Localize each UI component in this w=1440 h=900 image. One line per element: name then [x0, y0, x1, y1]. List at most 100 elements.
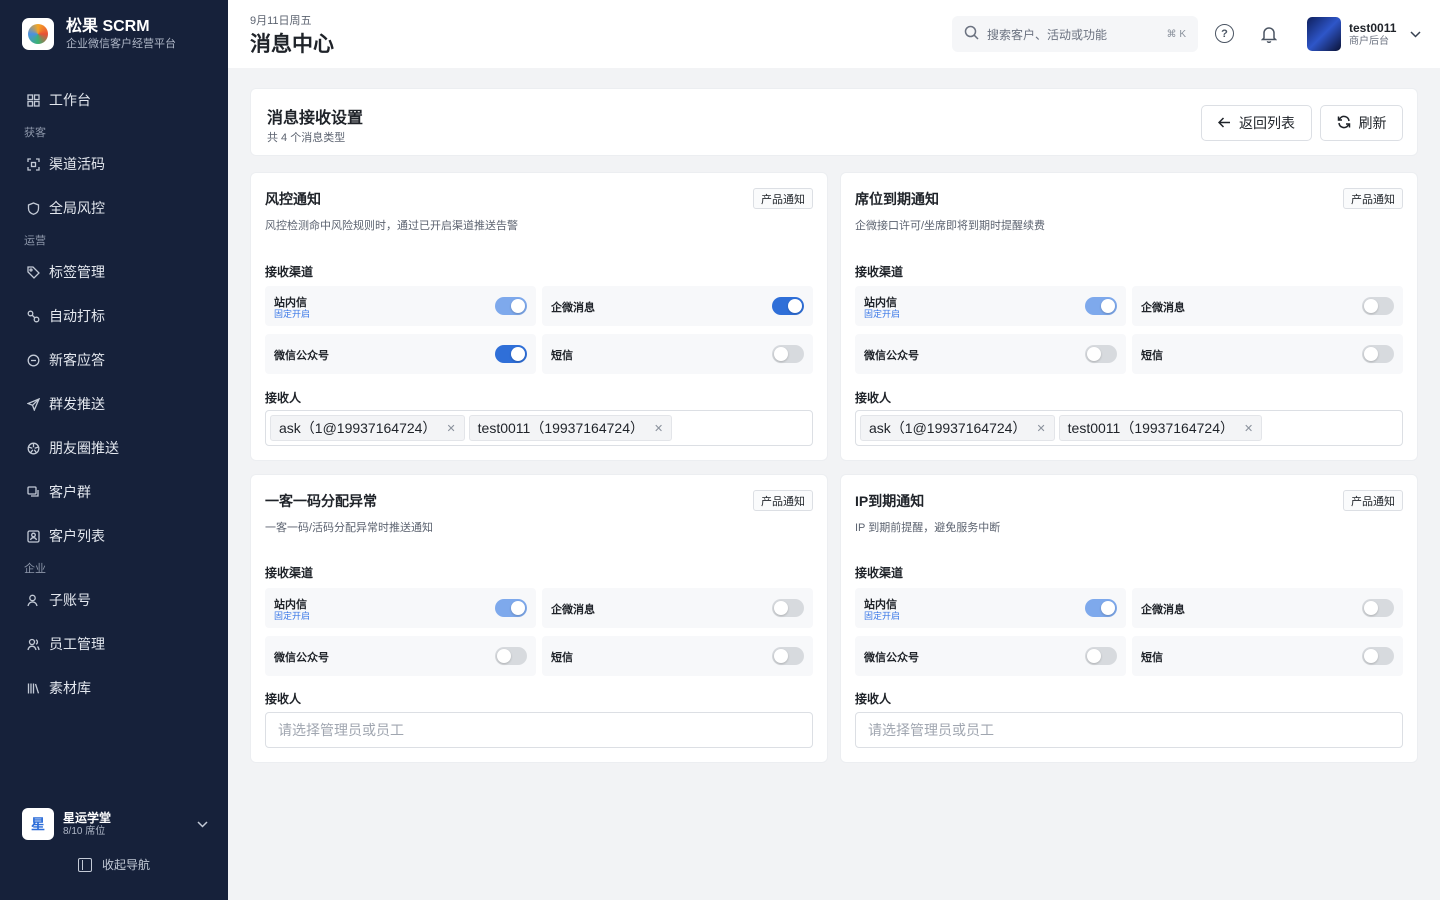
toggle-site-message[interactable] — [1085, 297, 1117, 315]
channel-site-message: 站内信 固定开启 — [855, 286, 1126, 326]
org-name: 星运学堂 — [63, 810, 112, 825]
tag-icon — [26, 265, 40, 279]
channel-name: 短信 — [1141, 652, 1163, 664]
sidebar-item-staff[interactable]: 员工管理 — [0, 622, 228, 666]
toggle-wecom[interactable] — [1362, 599, 1394, 617]
card-badge: 产品通知 — [1343, 490, 1403, 511]
card-badge: 产品通知 — [1343, 188, 1403, 209]
sidebar-item-customer-list[interactable]: 客户列表 — [0, 514, 228, 558]
sidebar-item-moments[interactable]: 朋友圈推送 — [0, 426, 228, 470]
sidebar-item-group-send[interactable]: 群发推送 — [0, 382, 228, 426]
channels-label: 接收渠道 — [855, 566, 904, 580]
sidebar-item-workbench[interactable]: 工作台 — [0, 78, 228, 122]
channel-name: 微信公众号 — [274, 350, 329, 362]
user-menu[interactable]: test0011 商户后台 — [1307, 17, 1421, 51]
sidebar-item-new-reply[interactable]: 新客应答 — [0, 338, 228, 382]
receivers-select[interactable]: 请选择管理员或员工 — [855, 712, 1403, 748]
bell-icon[interactable] — [1259, 24, 1279, 44]
receivers-label: 接收人 — [265, 692, 302, 706]
chat-icon — [26, 353, 40, 367]
toggle-sms[interactable] — [1362, 647, 1394, 665]
receiver-tag: test0011（19937164724） ✕ — [468, 415, 673, 441]
current-date: 9月11日周五 — [250, 15, 312, 27]
user-role: 商户后台 — [1349, 35, 1389, 47]
receivers-select[interactable]: 请选择管理员或员工 — [265, 712, 813, 748]
close-icon[interactable]: ✕ — [446, 422, 455, 435]
card-title: 席位到期通知 — [855, 191, 939, 207]
help-icon[interactable]: ? — [1215, 24, 1234, 43]
receiver-tag-label: test0011（19937164724） — [477, 420, 644, 436]
toggle-wecom[interactable] — [1362, 297, 1394, 315]
fixed-on-note: 固定开启 — [864, 611, 901, 621]
receivers-placeholder: 请选择管理员或员工 — [868, 722, 994, 738]
group-chat-icon — [26, 485, 40, 499]
close-icon[interactable]: ✕ — [1244, 422, 1253, 435]
receivers-select[interactable]: ask（1@19937164724） ✕ test0011（1993716472… — [265, 410, 813, 446]
sidebar-item-materials[interactable]: 素材库 — [0, 666, 228, 710]
sidebar-item-channel-code[interactable]: 渠道活码 — [0, 142, 228, 186]
receiver-tag: ask（1@19937164724） ✕ — [270, 415, 465, 441]
toggle-official-account[interactable] — [1085, 345, 1117, 363]
sidebar-item-tag-management[interactable]: 标签管理 — [0, 250, 228, 294]
toggle-sms[interactable] — [772, 647, 804, 665]
shield-icon — [26, 201, 40, 215]
user-icon — [26, 593, 40, 607]
toggle-wecom[interactable] — [772, 599, 804, 617]
sidebar-item-label: 自动打标 — [49, 308, 105, 324]
close-icon[interactable]: ✕ — [654, 422, 663, 435]
sidebar-item-sub-account[interactable]: 子账号 — [0, 578, 228, 622]
settings-title: 消息接收设置 — [267, 110, 364, 127]
card-description: 企微接口许可/坐席即将到期时提醒续费 — [855, 220, 1046, 232]
card-title: 一客一码分配异常 — [265, 493, 377, 509]
notification-card-code-allocation: 一客一码分配异常 产品通知 一客一码/活码分配异常时推送通知 接收渠道 站内信 … — [250, 474, 828, 763]
channel-name: 短信 — [551, 652, 573, 664]
search-placeholder: 搜索客户、活动或功能 — [987, 27, 1108, 42]
chevron-down-icon — [197, 817, 208, 831]
receivers-label: 接收人 — [265, 391, 302, 405]
sidebar-item-risk-control[interactable]: 全局风控 — [0, 186, 228, 230]
toggle-official-account[interactable] — [1085, 647, 1117, 665]
refresh-label: 刷新 — [1358, 115, 1387, 131]
close-icon[interactable]: ✕ — [1036, 422, 1045, 435]
channel-sms: 短信 — [1132, 334, 1403, 374]
toggle-sms[interactable] — [772, 345, 804, 363]
channel-sms: 短信 — [542, 334, 813, 374]
channel-name: 企微消息 — [1141, 302, 1185, 314]
toggle-site-message[interactable] — [1085, 599, 1117, 617]
brand-name: 松果 SCRM — [66, 18, 150, 35]
collapse-nav-label: 收起导航 — [101, 858, 150, 872]
toggle-sms[interactable] — [1362, 345, 1394, 363]
channels-label: 接收渠道 — [265, 566, 314, 580]
toggle-official-account[interactable] — [495, 345, 527, 363]
global-search[interactable]: 搜索客户、活动或功能 ⌘ K — [952, 16, 1198, 52]
receivers-select[interactable]: ask（1@19937164724） ✕ test0011（1993716472… — [855, 410, 1403, 446]
receivers-placeholder: 请选择管理员或员工 — [278, 722, 404, 738]
scan-icon — [26, 157, 40, 171]
sidebar-item-customer-group[interactable]: 客户群 — [0, 470, 228, 514]
toggle-site-message[interactable] — [495, 599, 527, 617]
sidebar-item-label: 新客应答 — [49, 352, 105, 368]
sidebar-item-auto-tag[interactable]: 自动打标 — [0, 294, 228, 338]
toggle-site-message[interactable] — [495, 297, 527, 315]
send-icon — [26, 397, 40, 411]
library-icon — [26, 681, 40, 695]
brand[interactable]: 松果 SCRM 企业微信客户经营平台 — [22, 17, 176, 51]
sidebar-item-label: 标签管理 — [49, 264, 105, 280]
channel-name: 企微消息 — [551, 604, 595, 616]
channel-official-account: 微信公众号 — [265, 334, 536, 374]
channel-name: 微信公众号 — [864, 350, 919, 362]
grid-icon — [26, 93, 40, 107]
notification-card-seat-expiry: 席位到期通知 产品通知 企微接口许可/坐席即将到期时提醒续费 接收渠道 站内信 … — [840, 172, 1418, 461]
fixed-on-note: 固定开启 — [274, 309, 311, 319]
toggle-official-account[interactable] — [495, 647, 527, 665]
org-switcher[interactable]: 星 星运学堂 8/10 席位 — [22, 808, 208, 840]
collapse-nav-button[interactable]: 收起导航 — [0, 856, 228, 873]
back-to-list-button[interactable]: 返回列表 — [1201, 105, 1312, 141]
card-badge: 产品通知 — [753, 490, 813, 511]
refresh-button[interactable]: 刷新 — [1320, 105, 1403, 141]
channel-wecom: 企微消息 — [542, 588, 813, 628]
toggle-wecom[interactable] — [772, 297, 804, 315]
users-icon — [26, 637, 40, 651]
card-badge: 产品通知 — [753, 188, 813, 209]
aperture-icon — [26, 441, 40, 455]
